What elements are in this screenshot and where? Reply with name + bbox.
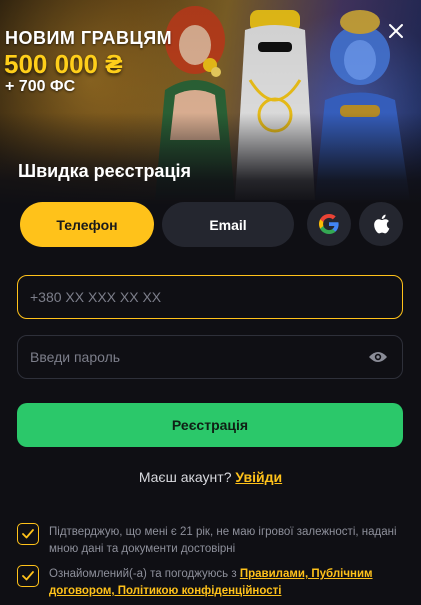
page-title: Швидка реєстрація <box>18 161 192 181</box>
eye-icon <box>369 352 387 362</box>
tab-email[interactable]: Email <box>162 202 294 247</box>
google-icon <box>319 214 339 234</box>
tab-phone[interactable]: Телефон <box>20 202 154 247</box>
promo-free-spins: + 700 ФС <box>5 78 76 95</box>
login-prompt-text: Маєш акаунт? <box>138 469 232 485</box>
close-button[interactable] <box>385 20 407 42</box>
promo-headline: НОВИМ ГРАВЦЯМ <box>5 28 173 48</box>
promo-banner: НОВИМ ГРАВЦЯМ 500 000 ₴ + 700 ФС Швидка … <box>0 0 421 205</box>
age-consent-checkbox[interactable] <box>17 523 39 545</box>
age-consent-text: Підтверджую, що мені є 21 рік, не маю іг… <box>49 526 397 555</box>
password-input[interactable] <box>17 335 403 379</box>
phone-input[interactable] <box>17 275 403 319</box>
promo-bonus-amount: 500 000 ₴ <box>4 49 123 79</box>
close-icon <box>389 24 403 38</box>
terms-consent-text: Ознайомлений(-а) та погоджуюсь з Правила… <box>49 566 409 600</box>
terms-consent-prefix: Ознайомлений(-а) та погоджуюсь з <box>49 568 237 580</box>
apple-signup-button[interactable] <box>359 202 403 246</box>
check-icon <box>22 529 34 539</box>
toggle-password-visibility-button[interactable] <box>367 347 389 367</box>
check-icon <box>22 571 34 581</box>
login-prompt-row: Маєш акаунт? Увійди <box>0 469 421 485</box>
terms-consent-checkbox[interactable] <box>17 565 39 587</box>
google-signup-button[interactable] <box>307 202 351 246</box>
register-button[interactable]: Реєстрація <box>17 403 403 447</box>
apple-icon <box>374 214 390 234</box>
login-link[interactable]: Увійди <box>235 469 282 485</box>
